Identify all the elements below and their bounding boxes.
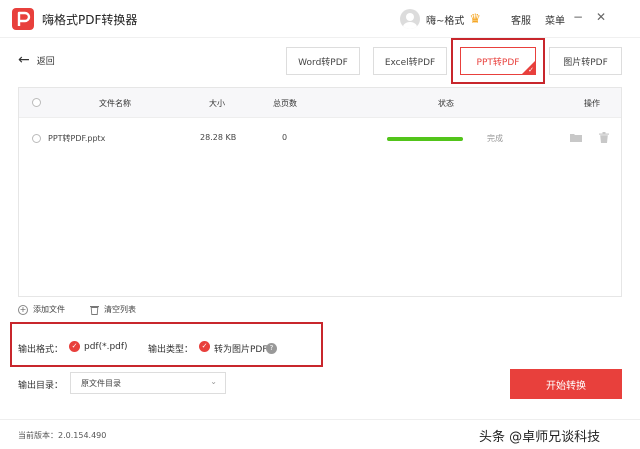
output-dir-label: 输出目录： <box>18 381 64 391</box>
back-label: 返回 <box>36 56 55 67</box>
table-row[interactable]: PPT转PDF.pptx 28.28 KB 0 完成 <box>19 124 621 154</box>
file-size: 28.28 KB <box>200 133 237 142</box>
select-all-radio[interactable] <box>32 98 41 107</box>
row-select-radio[interactable] <box>32 134 41 143</box>
column-header-size: 大小 <box>209 99 225 108</box>
app-title: 嗨格式PDF转换器 <box>42 13 138 27</box>
clear-list-label: 清空列表 <box>104 305 136 314</box>
chevron-down-icon: ⌄ <box>210 377 217 386</box>
app-logo-icon <box>12 8 34 30</box>
tab-word-to-pdf[interactable]: Word转PDF <box>286 47 360 75</box>
watermark: 头条 @卓师兄谈科技 <box>479 430 601 445</box>
footer: 当前版本：2.0.154.490 头条 @卓师兄谈科技 <box>0 419 640 449</box>
highlight-box-tab <box>451 38 545 84</box>
user-area[interactable]: 嗨~格式 ♛ <box>400 8 481 30</box>
output-dir-select[interactable]: 原文件目录 ⌄ <box>70 372 226 394</box>
add-file-label: 添加文件 <box>33 305 65 314</box>
progress-fill <box>387 137 463 141</box>
crown-icon: ♛ <box>469 11 482 27</box>
file-name: PPT转PDF.pptx <box>48 134 106 143</box>
page-count: 0 <box>282 133 288 142</box>
version-text: 当前版本：2.0.154.490 <box>18 431 107 440</box>
trash-icon[interactable] <box>599 132 609 143</box>
avatar[interactable] <box>400 9 420 29</box>
plus-circle-icon: + <box>18 304 28 315</box>
username[interactable]: 嗨~格式 <box>426 12 464 27</box>
title-bar: 嗨格式PDF转换器 嗨~格式 ♛ 客服 菜单 − ✕ <box>0 0 640 38</box>
minimize-icon[interactable]: − <box>571 10 585 24</box>
menu-button[interactable]: 菜单 <box>545 12 565 27</box>
column-header-pages: 总页数 <box>273 99 297 108</box>
arrow-left-icon: ← <box>18 52 30 68</box>
column-header-name: 文件名称 <box>99 99 131 108</box>
tab-image-to-pdf[interactable]: 图片转PDF <box>549 47 622 75</box>
add-file-button[interactable]: + 添加文件 <box>18 304 65 315</box>
folder-icon[interactable] <box>570 133 582 142</box>
clear-list-button[interactable]: 清空列表 <box>90 304 136 315</box>
column-header-actions: 操作 <box>584 99 600 108</box>
service-button[interactable]: 客服 <box>511 12 531 27</box>
table-header: 文件名称 大小 总页数 状态 操作 <box>19 88 621 118</box>
start-convert-button[interactable]: 开始转换 <box>510 369 622 399</box>
trash-icon <box>90 305 99 315</box>
highlight-box-output <box>10 322 323 367</box>
back-button[interactable]: ← 返回 <box>18 53 55 67</box>
close-icon[interactable]: ✕ <box>594 10 608 24</box>
tab-excel-to-pdf[interactable]: Excel转PDF <box>373 47 447 75</box>
output-dir-value: 原文件目录 <box>81 379 121 388</box>
file-table: 文件名称 大小 总页数 状态 操作 PPT转PDF.pptx 28.28 KB … <box>18 87 622 297</box>
status-text: 完成 <box>487 134 503 143</box>
column-header-status: 状态 <box>438 99 454 108</box>
progress-bar <box>387 137 463 141</box>
